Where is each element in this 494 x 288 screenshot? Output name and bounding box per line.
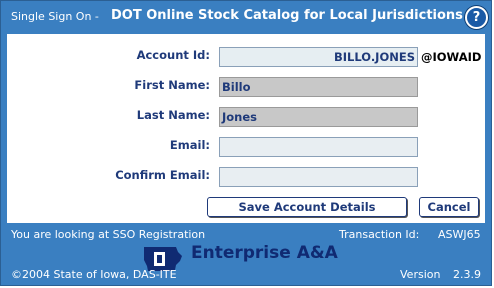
first-name-field[interactable]: Billo <box>219 77 418 97</box>
version-label: Version <box>400 268 441 281</box>
location-text: You are looking at SSO Registration <box>11 228 206 241</box>
confirm-email-field[interactable] <box>219 167 418 187</box>
last-name-label: Last Name: <box>136 108 210 122</box>
title-bar: Single Sign On - DOT Online Stock Catalo… <box>1 1 491 31</box>
copyright-text: ©2004 State of Iowa, DAS-ITE <box>11 268 177 281</box>
registration-form: Account Id: BILLO.JONES First Name: Bill… <box>7 34 485 223</box>
account-id-field[interactable]: BILLO.JONES <box>219 47 418 67</box>
sso-window: Single Sign On - DOT Online Stock Catalo… <box>0 0 492 286</box>
account-domain-suffix: @IOWAID <box>421 50 482 64</box>
cancel-button[interactable]: Cancel <box>419 197 479 217</box>
last-name-field[interactable]: Jones <box>219 107 418 127</box>
confirm-email-label: Confirm Email: <box>115 168 210 182</box>
page-title: DOT Online Stock Catalog for Local Juris… <box>111 8 463 23</box>
transaction-id: ASWJ65 <box>438 228 481 241</box>
last-name-value: Jones <box>222 110 258 124</box>
brand-name: Enterprise A&A <box>191 243 338 263</box>
save-account-details-button[interactable]: Save Account Details <box>207 197 407 217</box>
first-name-value: Billo <box>222 80 251 94</box>
email-label: Email: <box>169 138 210 152</box>
first-name-label: First Name: <box>134 78 210 92</box>
transaction-label: Transaction Id: <box>339 228 420 241</box>
version-number: 2.3.9 <box>453 268 481 281</box>
header-prefix: Single Sign On - <box>11 10 99 23</box>
help-icon[interactable]: ? <box>465 6 488 29</box>
email-field[interactable] <box>219 137 418 157</box>
account-id-label: Account Id: <box>136 48 210 62</box>
